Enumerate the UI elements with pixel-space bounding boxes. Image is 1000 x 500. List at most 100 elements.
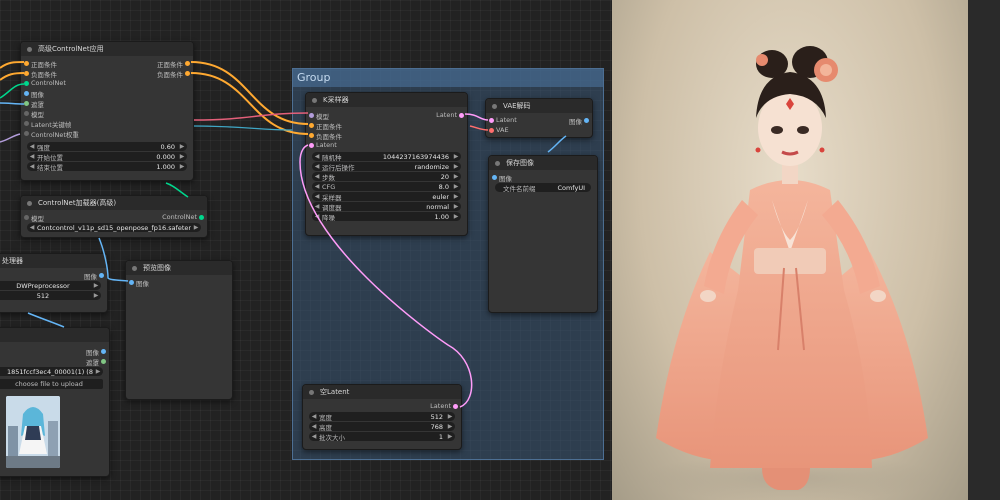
controlnet-output-dot-icon[interactable] <box>199 215 204 220</box>
node-header[interactable]: K采样器 <box>306 93 467 107</box>
conditioning-input-dot-icon[interactable] <box>24 61 29 66</box>
resolution-widget[interactable]: 512 ▶ <box>0 291 101 300</box>
increment-arrow-icon[interactable]: ▶ <box>445 423 455 430</box>
collapse-dot-icon[interactable] <box>27 200 32 206</box>
node-graph-canvas[interactable]: Group 高级ControlNet应用 正面条件 正面条件 负面条件 负面条件… <box>0 0 612 500</box>
start-percent-widget[interactable]: ◀ 开始位置 0.000 ▶ <box>27 152 187 162</box>
node-header[interactable] <box>0 328 109 342</box>
conditioning-output-dot-icon[interactable] <box>185 61 190 66</box>
negative-input-dot-icon[interactable] <box>309 133 314 138</box>
decrement-arrow-icon[interactable]: ◀ <box>309 423 319 430</box>
controlnet-apply-node[interactable]: 高级ControlNet应用 正面条件 正面条件 负面条件 负面条件 Contr… <box>20 41 194 181</box>
increment-arrow-icon[interactable]: ▶ <box>451 163 461 170</box>
image-file-select[interactable]: 1851fccf3ec4_00001(1) (8).jpg ▶ <box>0 367 103 376</box>
collapse-dot-icon[interactable] <box>132 265 137 271</box>
mask-output-dot-icon[interactable] <box>101 359 106 364</box>
node-header[interactable]: 空Latent <box>303 385 461 399</box>
increment-arrow-icon[interactable]: ▶ <box>91 292 101 299</box>
seed-widget[interactable]: ◀ 随机种 1044237163974436 ▶ <box>312 152 461 162</box>
width-widget[interactable]: ◀ 宽度 512 ▶ <box>309 412 455 422</box>
node-header[interactable]: 保存图像 <box>489 156 597 170</box>
increment-arrow-icon[interactable]: ▶ <box>451 203 461 210</box>
mask-input-dot-icon[interactable] <box>24 101 29 106</box>
increment-arrow-icon[interactable]: ▶ <box>451 153 461 160</box>
image-input-dot-icon[interactable] <box>129 280 134 285</box>
vae-input-dot-icon[interactable] <box>489 128 494 133</box>
latent-input-dot-icon[interactable] <box>309 143 314 148</box>
vae-decode-node[interactable]: VAE解码 Latent 图像 VAE <box>485 98 593 138</box>
filename-prefix-widget[interactable]: 文件名前缀 ComfyUI <box>495 183 591 193</box>
increment-arrow-icon[interactable]: ▶ <box>91 282 101 289</box>
decrement-arrow-icon[interactable]: ◀ <box>309 433 319 440</box>
decrement-arrow-icon[interactable]: ◀ <box>312 173 322 180</box>
group-title[interactable]: Group <box>293 69 603 87</box>
ksampler-node[interactable]: K采样器 模型 Latent 正面条件 负面条件 Latent ◀ 随机种 10… <box>305 92 468 236</box>
batch-size-widget[interactable]: ◀ 批次大小 1 ▶ <box>309 432 455 442</box>
save-image-node[interactable]: 保存图像 图像 文件名前缀 ComfyUI <box>488 155 598 313</box>
collapse-dot-icon[interactable] <box>312 97 317 103</box>
increment-arrow-icon[interactable]: ▶ <box>445 413 455 420</box>
image-input-dot-icon[interactable] <box>492 175 497 180</box>
decrement-arrow-icon[interactable]: ◀ <box>312 153 322 160</box>
decrement-arrow-icon[interactable]: ◀ <box>27 153 37 160</box>
height-widget[interactable]: ◀ 高度 768 ▶ <box>309 422 455 432</box>
latent-input-dot-icon[interactable] <box>489 118 494 123</box>
weights-input-dot-icon[interactable] <box>24 131 29 136</box>
increment-arrow-icon[interactable]: ▶ <box>177 143 187 150</box>
decrement-arrow-icon[interactable]: ◀ <box>27 143 37 150</box>
steps-widget[interactable]: ◀ 步数 20 ▶ <box>312 172 461 182</box>
empty-latent-node[interactable]: 空Latent Latent ◀ 宽度 512 ▶ ◀ 高度 768 ▶ ◀ 批… <box>302 384 462 450</box>
image-output-dot-icon[interactable] <box>99 273 104 278</box>
node-header[interactable]: 预览图像 <box>126 261 232 275</box>
upload-button[interactable]: choose file to upload <box>0 379 103 389</box>
image-output-dot-icon[interactable] <box>584 118 589 123</box>
image-output-dot-icon[interactable] <box>101 349 106 354</box>
latent-output-dot-icon[interactable] <box>459 113 464 118</box>
model-input-dot-icon[interactable] <box>24 215 29 220</box>
increment-arrow-icon[interactable]: ▶ <box>177 163 187 170</box>
collapse-dot-icon[interactable] <box>309 389 314 395</box>
collapse-dot-icon[interactable] <box>27 46 32 52</box>
increment-arrow-icon[interactable]: ▶ <box>451 213 461 220</box>
decrement-arrow-icon[interactable]: ◀ <box>27 224 37 231</box>
increment-arrow-icon[interactable]: ▶ <box>445 433 455 440</box>
node-header[interactable]: VAE解码 <box>486 99 592 113</box>
decrement-arrow-icon[interactable]: ◀ <box>309 413 319 420</box>
denoise-widget[interactable]: ◀ 降噪 1.00 ▶ <box>312 212 461 222</box>
decrement-arrow-icon[interactable]: ◀ <box>312 163 322 170</box>
preprocessor-select[interactable]: DWPreprocessor ▶ <box>0 281 101 290</box>
decrement-arrow-icon[interactable]: ◀ <box>27 163 37 170</box>
latent-output-dot-icon[interactable] <box>453 404 458 409</box>
decrement-arrow-icon[interactable]: ◀ <box>312 213 322 220</box>
collapse-dot-icon[interactable] <box>495 160 500 166</box>
conditioning-output-dot-icon[interactable] <box>185 71 190 76</box>
increment-arrow-icon[interactable]: ▶ <box>177 153 187 160</box>
cfg-widget[interactable]: ◀ CFG 8.0 ▶ <box>312 182 461 191</box>
node-header[interactable]: 高级ControlNet应用 <box>21 42 193 56</box>
preprocessor-node[interactable]: 处理器 图像 DWPreprocessor ▶ 512 ▶ <box>0 253 108 313</box>
node-header[interactable]: ControlNet加载器(高级) <box>21 196 207 210</box>
controlnet-loader-node[interactable]: ControlNet加载器(高级) 模型 ControlNet ◀ Contco… <box>20 195 208 238</box>
image-input-dot-icon[interactable] <box>24 91 29 96</box>
end-percent-widget[interactable]: ◀ 结束位置 1.000 ▶ <box>27 162 187 172</box>
model-input-dot-icon[interactable] <box>309 113 314 118</box>
controlnet-input-dot-icon[interactable] <box>24 81 29 86</box>
increment-arrow-icon[interactable]: ▶ <box>451 183 461 190</box>
increment-arrow-icon[interactable]: ▶ <box>93 368 103 375</box>
scheduler-widget[interactable]: ◀ 调度器 normal ▶ <box>312 202 461 212</box>
positive-input-dot-icon[interactable] <box>309 123 314 128</box>
sampler-widget[interactable]: ◀ 采样器 euler ▶ <box>312 192 461 202</box>
node-header[interactable]: 处理器 <box>0 254 107 268</box>
preview-image-node[interactable]: 预览图像 图像 <box>125 260 233 400</box>
conditioning-input-dot-icon[interactable] <box>24 71 29 76</box>
control-after-generate-widget[interactable]: ◀ 运行后操作 randomize ▶ <box>312 162 461 172</box>
controlnet-model-select[interactable]: ◀ Contcontrol_v11p_sd15_openpose_fp16.sa… <box>27 223 201 232</box>
decrement-arrow-icon[interactable]: ◀ <box>312 183 322 190</box>
latent-keyframe-input-dot-icon[interactable] <box>24 121 29 126</box>
increment-arrow-icon[interactable]: ▶ <box>191 224 201 231</box>
collapse-dot-icon[interactable] <box>492 103 497 109</box>
model-input-dot-icon[interactable] <box>24 111 29 116</box>
increment-arrow-icon[interactable]: ▶ <box>451 173 461 180</box>
decrement-arrow-icon[interactable]: ◀ <box>312 203 322 210</box>
increment-arrow-icon[interactable]: ▶ <box>451 193 461 200</box>
